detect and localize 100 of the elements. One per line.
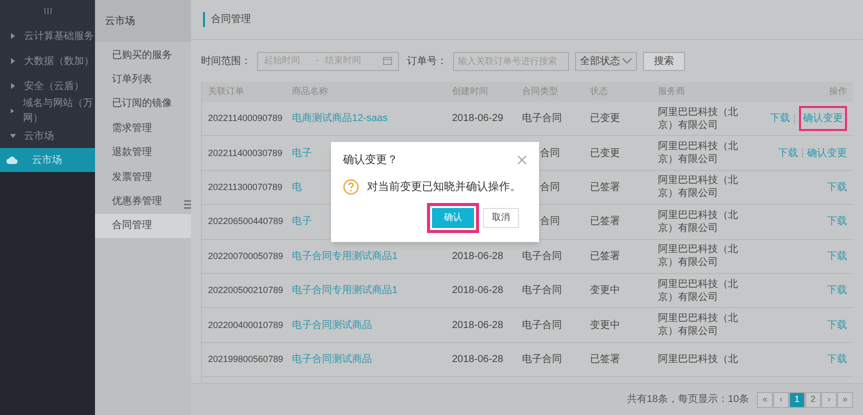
nav-item[interactable]: 云计算基础服务 (0, 24, 96, 48)
product-link[interactable]: 电商测试商品12-saas (292, 113, 388, 124)
type-cell: 电子合同 (522, 285, 562, 296)
type-cell: 电子合同 (522, 250, 562, 262)
subnav-item[interactable]: 已购买的服务 (95, 43, 191, 68)
provider-cell-text: 阿里巴巴科技（北京）有限公司 (658, 174, 739, 200)
product-link[interactable]: 电子合同专用测试商品1 (292, 285, 398, 296)
nav-item[interactable]: 云市场 (0, 124, 96, 148)
nav-item[interactable]: 云市场 (0, 148, 96, 172)
action-link[interactable]: 下载 (827, 352, 847, 367)
action-link[interactable]: 下载 (827, 318, 847, 333)
page-button[interactable]: 2 (805, 392, 821, 408)
status-cell: 变更中 (590, 320, 620, 331)
order-cell: 202200500210789 (208, 285, 284, 296)
type-cell: 合同 (540, 216, 560, 228)
provider-cell-text: 阿里巴巴科技（北京）有限公司 (658, 140, 739, 166)
caret-right-icon (10, 58, 16, 64)
product-link[interactable]: 电子 (292, 148, 312, 159)
cloud-icon (6, 155, 18, 165)
action-link[interactable]: 确认变更 (807, 146, 847, 161)
order-cell: 202206500440789 (208, 216, 284, 226)
search-button[interactable]: 搜索 (643, 52, 685, 70)
status-cell: 已签署 (590, 354, 620, 365)
order-cell: 202200700050789 (208, 250, 284, 261)
status-cell: 已变更 (590, 148, 620, 159)
status-cell: 已签署 (590, 250, 620, 262)
cancel-button[interactable]: 取消 (483, 208, 519, 228)
type-cell: 合同 (540, 182, 560, 193)
action-link[interactable]: 下载 (827, 248, 847, 264)
subnav-item[interactable]: 订单列表 (95, 67, 191, 92)
order-cell: 202200400010789 (208, 320, 284, 330)
action-link[interactable]: 下载 (778, 146, 798, 161)
collapse-handle-icon[interactable] (184, 200, 191, 209)
column-header: 服务商 (658, 86, 685, 96)
product-link[interactable]: 电子合同测试商品 (292, 320, 372, 331)
provider-cell-text: 阿里巴巴科技（北京）有限公司 (658, 312, 739, 338)
dialog-message: 对当前变更已知晓并确认操作。 (367, 180, 521, 194)
nav-item[interactable]: 安全（云盾） (0, 74, 96, 98)
subnav-item[interactable]: 需求管理 (95, 116, 191, 141)
page-button[interactable]: » (837, 392, 853, 408)
confirm-button[interactable]: 确认 (427, 203, 479, 233)
nav-item[interactable]: 域名与网站（万网） (0, 99, 96, 123)
status-select[interactable]: 全部状态 (575, 52, 637, 70)
time-range-label: 时间范围： (201, 54, 251, 68)
close-icon[interactable] (517, 155, 527, 166)
provider-cell-text: 阿里巴巴科技（北京）有限公司 (658, 243, 739, 270)
provider-cell-text: 阿里巴巴科技（北京）有限公司 (658, 208, 739, 235)
order-cell: 202211400090789 (208, 113, 282, 124)
action-link[interactable]: 下载 (827, 283, 847, 298)
subnav-item[interactable]: 退款管理 (95, 140, 191, 165)
order-number-label: 订单号： (407, 54, 447, 68)
range-separator: - (316, 54, 319, 68)
product-link[interactable]: 电子 (292, 216, 312, 228)
order-cell: 202211400030789 (208, 148, 282, 158)
date-cell: 2018-06-28 (452, 354, 504, 365)
column-header: 关联订单 (208, 86, 244, 96)
status-cell: 已签署 (590, 216, 620, 228)
page-button[interactable]: 1 (789, 392, 805, 408)
type-cell: 合同 (540, 148, 560, 159)
caret-right-icon (10, 83, 16, 89)
action-link[interactable]: 下载 (827, 180, 847, 195)
subnav-item[interactable]: 已订阅的镜像 (95, 92, 191, 116)
order-cell: 202199800560789 (208, 354, 284, 364)
caret-right-icon (10, 108, 15, 114)
action-link[interactable]: 确认变更 (799, 106, 847, 132)
nav-item[interactable]: 大数据（数加） (0, 49, 96, 73)
question-icon (343, 178, 359, 195)
page-button[interactable]: › (821, 392, 837, 408)
column-header: 状态 (590, 86, 608, 96)
status-cell: 变更中 (590, 285, 620, 296)
type-cell: 电子合同 (522, 354, 562, 365)
product-link[interactable]: 电子合同专用测试商品1 (292, 250, 398, 262)
action-link[interactable]: 下载 (827, 214, 847, 230)
status-cell: 已签署 (590, 182, 620, 193)
page-button[interactable]: « (757, 392, 773, 408)
provider-cell-text: 阿里巴巴科技（北京）有限公司 (658, 278, 739, 304)
type-cell: 电子合同 (522, 320, 562, 331)
column-header: 合同类型 (522, 86, 558, 96)
action-link[interactable]: 下载 (770, 111, 790, 126)
type-cell: 电子合同 (522, 113, 562, 124)
subnav-item[interactable]: 合同管理 (95, 214, 191, 238)
page-button[interactable]: ‹ (773, 392, 789, 408)
date-cell: 2018-06-28 (452, 320, 504, 331)
column-header: 操作 (829, 86, 847, 96)
pagination-summary: 共有18条，每页显示：10条 (626, 392, 749, 407)
order-cell: 202211300070789 (208, 182, 282, 192)
subnav-item[interactable]: 发票管理 (95, 164, 191, 190)
menu-icon[interactable] (44, 8, 52, 14)
caret-down-icon (10, 133, 16, 139)
caret-right-icon (10, 33, 16, 39)
dialog-title: 确认变更？ (343, 152, 398, 168)
date-cell: 2018-06-29 (452, 113, 504, 124)
date-cell: 2018-06-28 (452, 285, 504, 296)
provider-cell-text: 阿里巴巴科技（北京）有限公司 (658, 106, 739, 132)
calendar-icon (383, 57, 392, 65)
chevron-down-icon (622, 58, 632, 64)
product-link[interactable]: 电 (292, 182, 302, 193)
product-link[interactable]: 电子合同测试商品 (292, 354, 372, 365)
subnav-item[interactable]: 优惠券管理 (95, 189, 191, 214)
column-header: 商品名称 (292, 86, 328, 96)
